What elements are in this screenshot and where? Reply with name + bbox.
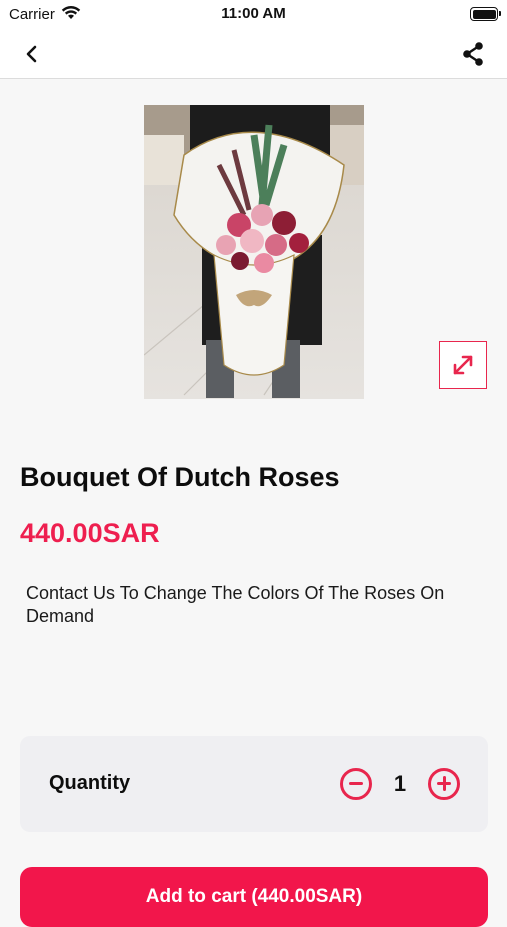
back-button[interactable] (18, 40, 46, 68)
product-image[interactable] (144, 105, 364, 399)
share-icon (463, 42, 483, 66)
quantity-value: 1 (393, 771, 407, 796)
bouquet-photo (144, 105, 364, 399)
increase-quantity-button[interactable] (428, 768, 460, 800)
quantity-card: Quantity 1 (20, 736, 488, 832)
battery-icon (470, 7, 501, 21)
quantity-label: Quantity (49, 772, 131, 794)
product-title: Bouquet Of Dutch Roses (20, 462, 340, 492)
product-price: 440.00SAR (20, 518, 160, 548)
expand-image-button[interactable] (439, 341, 487, 389)
chevron-left-icon (26, 45, 37, 63)
share-button[interactable] (457, 38, 489, 70)
decrease-quantity-button[interactable] (340, 768, 372, 800)
status-time: 11:00 AM (221, 5, 286, 22)
expand-arrows-icon (453, 355, 473, 375)
add-to-cart-button[interactable]: Add to cart (440.00SAR) (20, 867, 488, 927)
status-bar: Carrier 11:00 AM (0, 0, 507, 30)
navigation-bar (0, 30, 507, 79)
product-description: Contact Us To Change The Colors Of The R… (26, 583, 445, 626)
